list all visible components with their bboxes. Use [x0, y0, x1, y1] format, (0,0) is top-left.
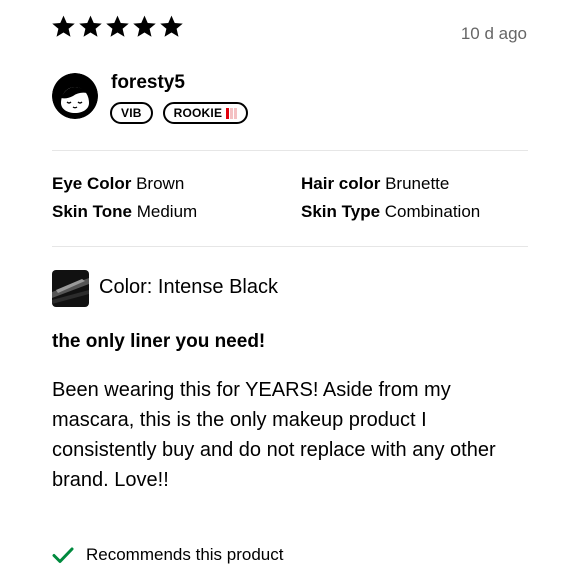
review-title: the only liner you need! — [52, 331, 266, 352]
attr-eye-color: Eye Color Brown — [52, 174, 184, 194]
star-icon — [78, 14, 103, 39]
review-body: Been wearing this for YEARS! Aside from … — [52, 379, 496, 491]
color-label: Color: Intense Black — [99, 276, 278, 298]
attr-label: Hair color — [301, 174, 381, 193]
avatar-icon — [52, 73, 98, 119]
rookie-level-icon — [226, 107, 238, 119]
divider — [52, 150, 528, 151]
attr-value: Combination — [384, 202, 481, 221]
check-icon — [52, 547, 74, 563]
attr-value: Medium — [136, 202, 198, 221]
divider — [52, 246, 528, 247]
star-rating — [51, 14, 184, 39]
attr-value: Brown — [136, 174, 185, 193]
attr-skin-tone: Skin Tone Medium — [52, 202, 197, 222]
star-icon — [132, 14, 157, 39]
star-icon — [51, 14, 76, 39]
attr-skin-type: Skin Type Combination — [301, 202, 480, 222]
attr-label: Skin Tone — [52, 202, 132, 221]
badge-rookie: ROOKIE — [162, 102, 249, 124]
badge-vib: VIB — [110, 102, 153, 124]
badge-rookie-label: ROOKIE — [173, 106, 223, 120]
username[interactable]: foresty5 — [111, 72, 185, 94]
review-time: 10 d ago — [460, 24, 527, 43]
star-icon — [105, 14, 130, 39]
color-swatch — [52, 270, 89, 307]
swatch-image — [52, 270, 89, 307]
recommends-label: Recommends this product — [86, 545, 284, 564]
avatar[interactable] — [52, 73, 98, 119]
user-badges: VIB ROOKIE — [110, 102, 249, 124]
attr-label: Skin Type — [301, 202, 381, 221]
star-icon — [159, 14, 184, 39]
attr-hair-color: Hair color Brunette — [301, 174, 449, 194]
attr-label: Eye Color — [52, 174, 132, 193]
recommends-indicator: Recommends this product — [52, 545, 283, 565]
badge-vib-label: VIB — [121, 106, 142, 120]
attr-value: Brunette — [385, 174, 450, 193]
